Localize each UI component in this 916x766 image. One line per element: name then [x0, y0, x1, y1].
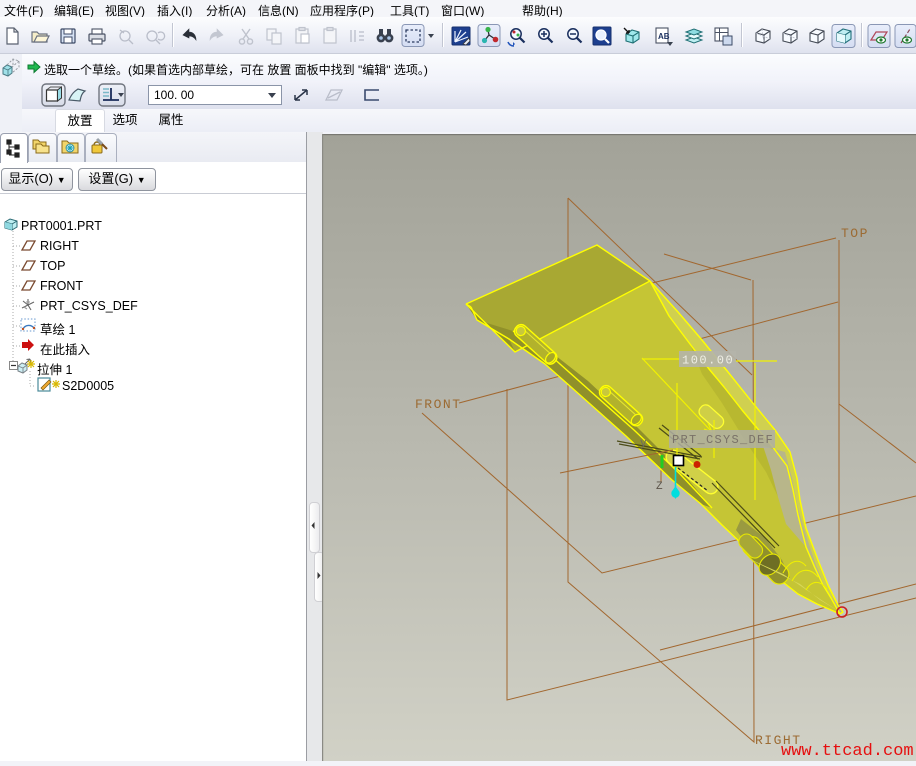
svg-text:100. 00: 100. 00	[154, 88, 194, 102]
svg-text:PRT_CSYS_DEF: PRT_CSYS_DEF	[672, 433, 774, 447]
svg-text:100.00: 100.00	[682, 354, 734, 368]
svg-text:AB: AB	[658, 32, 670, 41]
svg-text:Z: Z	[656, 481, 663, 493]
svg-text:y: y	[640, 438, 647, 450]
svg-text:TOP: TOP	[841, 226, 869, 241]
svg-text:FRONT: FRONT	[415, 397, 462, 412]
